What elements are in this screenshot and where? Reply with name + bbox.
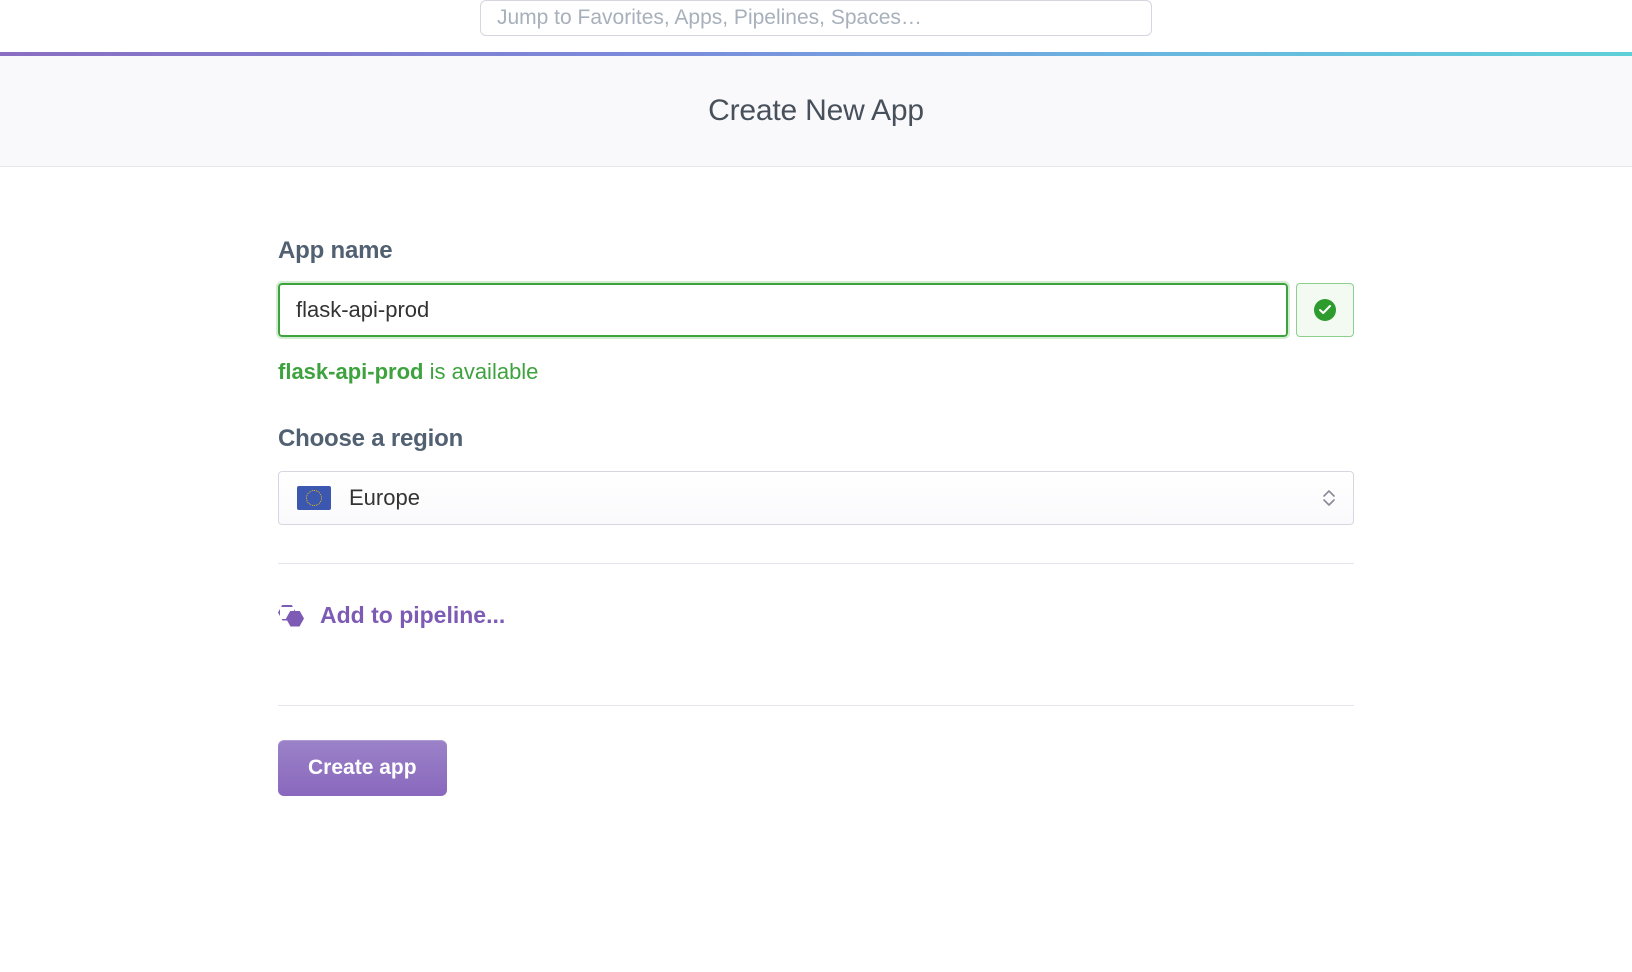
validation-indicator	[1296, 283, 1354, 337]
select-chevrons-icon	[1323, 490, 1335, 506]
pipeline-icon	[278, 605, 304, 627]
availability-suffix: is available	[423, 359, 538, 384]
availability-app-name: flask-api-prod	[278, 359, 423, 384]
region-section: Choose a region Europe	[278, 425, 1354, 525]
app-name-input[interactable]	[278, 283, 1288, 337]
region-label: Choose a region	[278, 425, 1354, 453]
region-select[interactable]: Europe	[278, 471, 1354, 525]
availability-message: flask-api-prod is available	[278, 359, 1354, 385]
check-circle-icon	[1314, 299, 1336, 321]
divider	[278, 705, 1354, 706]
app-name-row	[278, 283, 1354, 337]
global-search-input[interactable]	[480, 0, 1152, 36]
add-to-pipeline-button[interactable]: Add to pipeline...	[278, 564, 1354, 667]
eu-flag-icon	[297, 486, 331, 510]
create-app-form: App name flask-api-prod is available Cho…	[276, 237, 1356, 796]
top-nav	[0, 0, 1632, 52]
page-header: Create New App	[0, 56, 1632, 167]
pipeline-label: Add to pipeline...	[320, 602, 505, 629]
app-name-label: App name	[278, 237, 1354, 265]
page-title: Create New App	[0, 94, 1632, 128]
region-selected-value: Europe	[349, 485, 420, 511]
create-app-button[interactable]: Create app	[278, 740, 447, 796]
